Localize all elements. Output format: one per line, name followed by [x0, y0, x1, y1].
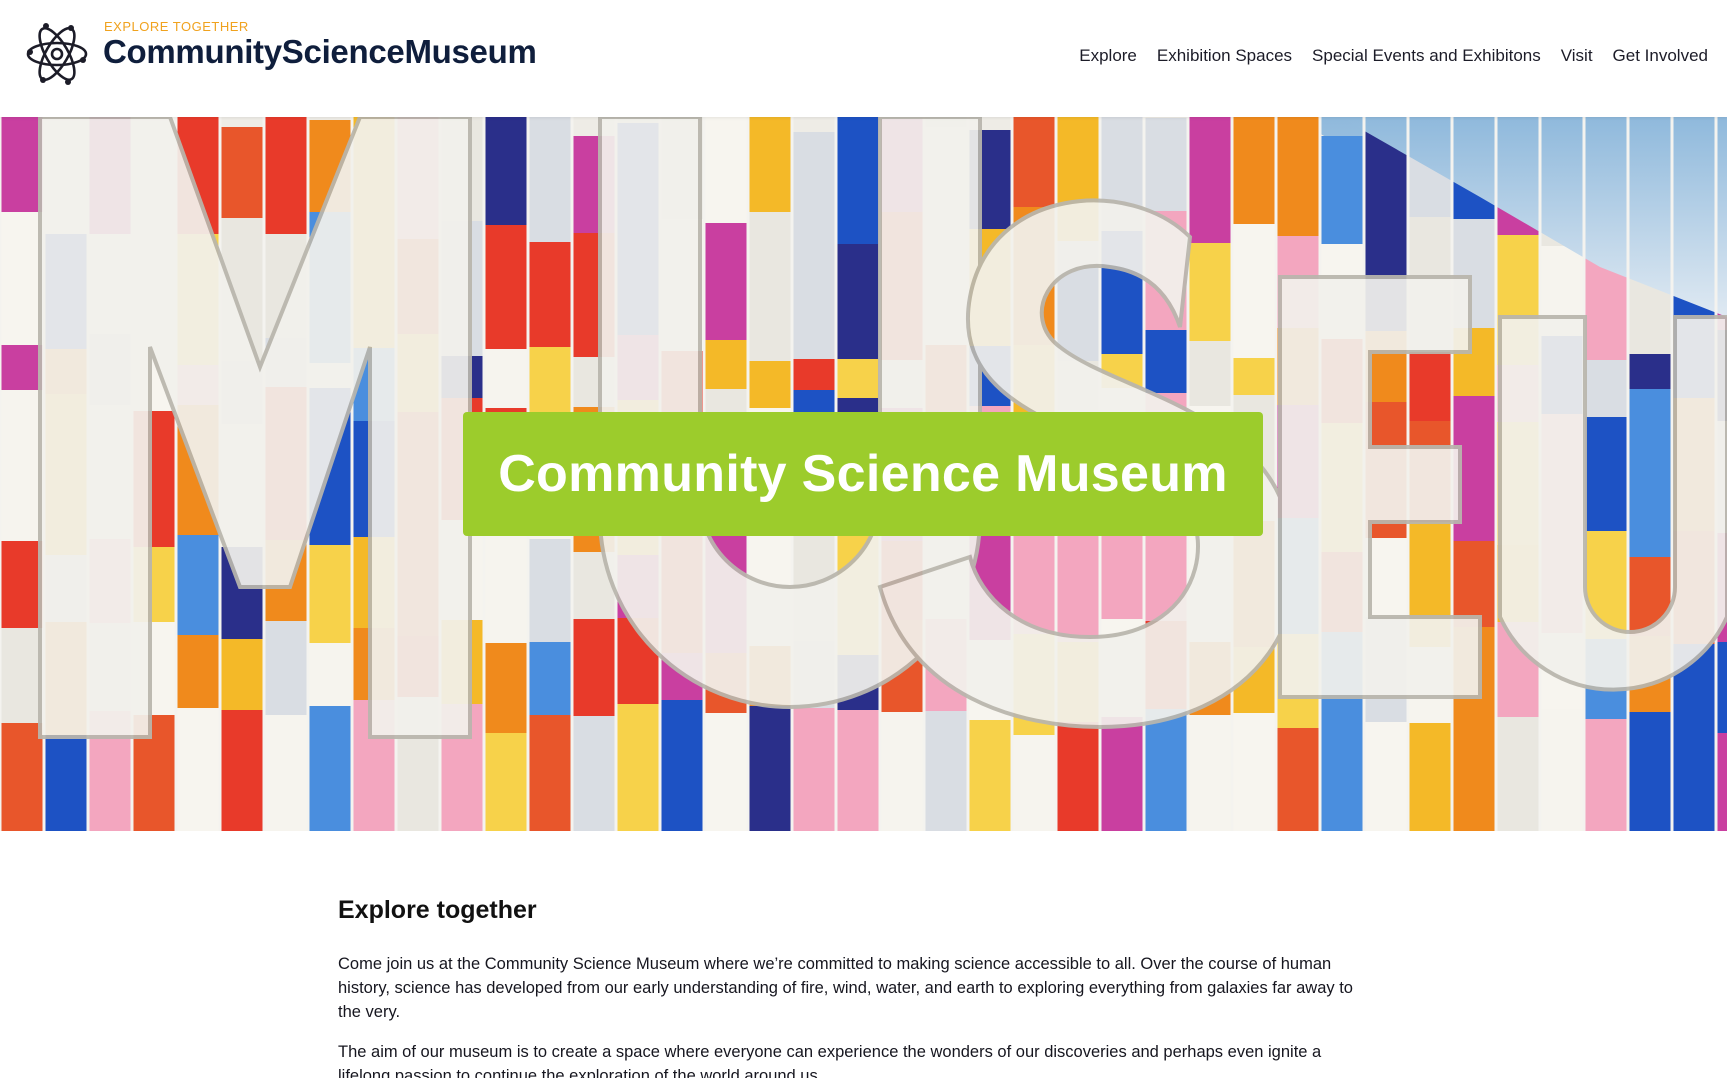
nav-exhibition-spaces[interactable]: Exhibition Spaces: [1157, 46, 1292, 66]
glass-tile: [484, 643, 528, 747]
glass-tile: [264, 715, 308, 831]
atom-icon[interactable]: [24, 18, 90, 90]
glass-tile: [704, 713, 748, 831]
glass-tile: [1188, 715, 1232, 831]
glass-tile: [1716, 733, 1727, 831]
glass-tile: [484, 733, 528, 831]
glass-tile: [528, 117, 572, 257]
glass-tile: [748, 212, 792, 377]
aim-paragraph: The aim of our museum is to create a spa…: [338, 1043, 1322, 1078]
glass-tile: [1100, 717, 1144, 831]
glass-tile: [1540, 709, 1584, 831]
glass-tile: [1232, 713, 1276, 831]
glass-tile: [836, 710, 880, 831]
glass-tile: [792, 222, 836, 377]
nav-visit[interactable]: Visit: [1561, 46, 1593, 66]
glass-tile: [924, 711, 968, 831]
glass-tile: [660, 700, 704, 831]
glass-tile: [1628, 712, 1672, 831]
glass-tile: [0, 390, 44, 567]
glass-tile: [528, 715, 572, 831]
glass-tile: [176, 708, 220, 831]
site-header: EXPLORE TOGETHER CommunityScienceMuseum …: [0, 0, 1727, 117]
glass-tile: [1628, 389, 1672, 567]
intro-paragraph: Come join us at the Community Science Mu…: [338, 955, 1353, 1021]
glass-tile: [616, 704, 660, 831]
nav-special-events[interactable]: Special Events and Exhibitons: [1312, 46, 1541, 66]
nav-explore[interactable]: Explore: [1079, 46, 1137, 66]
glass-tile: [1496, 717, 1540, 831]
hero-title-box: Community Science Museum: [463, 412, 1263, 536]
glass-tile: [1408, 723, 1452, 831]
glass-tile: [1716, 642, 1727, 747]
glass-tile: [836, 117, 880, 257]
glass-tile: [1232, 224, 1276, 377]
glass-tile: [748, 706, 792, 831]
hero-banner: Community Science Museum: [0, 117, 1727, 831]
glass-tile: [792, 708, 836, 831]
glass-tile: [1144, 709, 1188, 831]
glass-tile: [1584, 719, 1628, 831]
glass-tile: [1012, 735, 1056, 831]
glass-tile: [1276, 728, 1320, 831]
glass-tile: [308, 706, 352, 831]
site-name[interactable]: CommunityScienceMuseum: [103, 33, 537, 71]
glass-tile: [1056, 722, 1100, 831]
glass-tile: [836, 244, 880, 377]
glass-tile: [572, 716, 616, 831]
main-nav: Explore Exhibition Spaces Special Events…: [1079, 46, 1708, 66]
glass-tile: [0, 723, 44, 831]
glass-tile: [1320, 704, 1364, 831]
glass-tile: [44, 735, 88, 831]
glass-tile: [880, 712, 924, 831]
main-content: Explore together Come join us at the Com…: [338, 896, 1378, 1078]
glass-tile: [1364, 722, 1408, 831]
glass-tile: [1452, 701, 1496, 831]
glass-tile: [220, 710, 264, 831]
site-tagline: EXPLORE TOGETHER: [104, 19, 249, 34]
hero-title: Community Science Museum: [498, 445, 1228, 503]
nav-get-involved[interactable]: Get Involved: [1613, 46, 1708, 66]
glass-tile: [1320, 136, 1364, 257]
glass-tile: [1672, 700, 1716, 831]
glass-tile: [968, 720, 1012, 831]
glass-tile: [1188, 117, 1232, 257]
section-heading: Explore together: [338, 896, 537, 924]
